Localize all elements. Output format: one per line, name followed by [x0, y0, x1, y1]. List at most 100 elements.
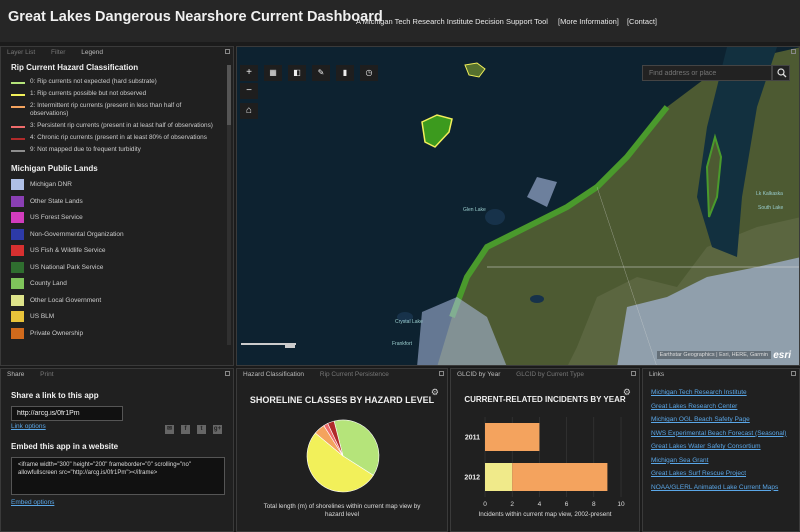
hazard-legend-label: 4: Chronic rip currents (present in at l…: [30, 134, 207, 141]
hazard-panel-tabs: Hazard Classification Rip Current Persis…: [237, 369, 447, 381]
lands-legend-label: Private Ownership: [30, 329, 84, 337]
maximize-icon[interactable]: [225, 49, 230, 54]
link-list-item: Michigan Sea Grant: [651, 457, 799, 464]
external-link[interactable]: NWS Experimental Beach Forecast (Seasona…: [651, 430, 786, 437]
more-information-link[interactable]: [More Information]: [558, 17, 619, 26]
lands-color-swatch: [11, 195, 24, 207]
map-label-south-lake: South Lake: [758, 205, 784, 211]
hazard-pie-chart: [306, 419, 380, 493]
external-link[interactable]: NOAA/GLERL Animated Lake Current Maps: [651, 484, 778, 491]
hazard-legend-item: 9: Not mapped due to frequent turbidity: [11, 146, 221, 154]
embed-title: Embed this app in a website: [11, 442, 119, 451]
email-icon[interactable]: ✉: [165, 425, 174, 434]
scrollbar-thumb[interactable]: [227, 65, 231, 125]
hazard-legend-label: 2: Intermittent rip currents (present in…: [30, 102, 182, 117]
external-link[interactable]: Michigan Tech Research Institute: [651, 389, 747, 396]
contact-link[interactable]: [Contact]: [627, 17, 657, 26]
hazard-legend-item: 0: Rip currents not expected (hard subst…: [11, 78, 221, 86]
hazard-legend-item: 1: Rip currents possible but not observe…: [11, 90, 221, 98]
lands-color-swatch: [11, 261, 24, 273]
home-icon[interactable]: ⌂: [240, 103, 258, 119]
tab-legend[interactable]: Legend: [81, 49, 103, 56]
zoom-in-button[interactable]: +: [240, 65, 258, 81]
incidents-bar-chart: 0 2 4 6 8 10 2011 2012: [464, 417, 625, 508]
hazard-line-swatch: [11, 106, 25, 108]
basemap-gallery-icon[interactable]: ▦: [264, 65, 282, 81]
tab-filter[interactable]: Filter: [51, 49, 65, 56]
bar-segment-2011-1[interactable]: [485, 423, 540, 451]
tab-glcid-by-year[interactable]: GLCID by Year: [457, 371, 500, 378]
layers-icon[interactable]: ◧: [288, 65, 306, 81]
link-list-item: NWS Experimental Beach Forecast (Seasona…: [651, 430, 799, 437]
lands-legend-item: US Fish & Wildlife Service: [11, 245, 233, 256]
incidents-chart-title: CURRENT-RELATED INCIDENTS BY YEAR: [464, 395, 626, 404]
links-list: Michigan Tech Research Institute Great La…: [643, 389, 799, 491]
lands-legend-item: Other Local Government: [11, 294, 233, 306]
tab-layer-list[interactable]: Layer List: [7, 49, 35, 56]
search-input[interactable]: [642, 65, 772, 81]
time-slider-icon[interactable]: ◷: [360, 65, 378, 81]
hazard-line-swatch: [11, 126, 25, 128]
lands-legend-title: Michigan Public Lands: [11, 164, 98, 173]
bar-segment-2012-1[interactable]: [512, 463, 608, 491]
y-category-label: 2012: [464, 475, 480, 482]
googleplus-icon[interactable]: g+: [213, 425, 222, 434]
satellite-map[interactable]: [237, 47, 800, 366]
map-maximize-icon[interactable]: [791, 49, 796, 54]
tab-hazard-classification[interactable]: Hazard Classification: [243, 371, 304, 378]
lands-legend-item: US National Park Service: [11, 261, 233, 273]
tab-links[interactable]: Links: [649, 371, 664, 378]
link-list-item: Michigan OGL Beach Safety Page: [651, 416, 799, 423]
map-panel[interactable]: Glen Lake Crystal Lake Frankfort Lk Kalk…: [236, 46, 800, 366]
lands-legend-label: Non-Governmental Organization: [30, 230, 124, 238]
share-maximize-icon[interactable]: [225, 371, 230, 376]
tab-print[interactable]: Print: [40, 371, 53, 378]
links-panel-tabs: Links: [643, 369, 799, 381]
hazard-legend-label: 9: Not mapped due to frequent turbidity: [30, 146, 141, 153]
incidents-maximize-icon[interactable]: [631, 371, 636, 376]
measure-icon[interactable]: ✎: [312, 65, 330, 81]
share-link-title: Share a link to this app: [11, 391, 99, 400]
legend-scrollbar[interactable]: [227, 65, 231, 345]
map-label-frankfort: Frankfort: [392, 341, 413, 347]
lands-legend-label: US Forest Service: [30, 214, 83, 221]
hazard-legend-title: Rip Current Hazard Classification: [11, 63, 139, 72]
lands-color-swatch: [11, 179, 24, 190]
y-category-label: 2011: [465, 435, 480, 442]
lands-legend-item: Other State Lands: [11, 195, 233, 207]
bar-segment-2012-0[interactable]: [485, 463, 513, 491]
external-link[interactable]: Michigan OGL Beach Safety Page: [651, 416, 750, 423]
twitter-icon[interactable]: t: [197, 425, 206, 434]
external-link[interactable]: Great Lakes Surf Rescue Project: [651, 470, 746, 477]
lands-legend-label: Michigan DNR: [30, 181, 72, 188]
hazard-legend-item: 3: Persistent rip currents (present in a…: [11, 122, 221, 130]
link-options-link[interactable]: Link options: [11, 423, 46, 430]
link-list-item: Great Lakes Water Safety Consortium: [651, 443, 799, 450]
zoom-out-button[interactable]: −: [240, 83, 258, 99]
share-url-field[interactable]: [11, 406, 123, 421]
app-title: Great Lakes Dangerous Nearshore Current …: [8, 9, 383, 25]
embed-options-link[interactable]: Embed options: [11, 499, 54, 506]
hazard-maximize-icon[interactable]: [439, 371, 444, 376]
x-tick-label: 2: [510, 501, 514, 508]
tab-share[interactable]: Share: [7, 371, 24, 378]
hazard-chart-title: SHORELINE CLASSES BY HAZARD LEVEL: [249, 395, 435, 405]
tab-rip-current-persistence[interactable]: Rip Current Persistence: [320, 371, 389, 378]
lands-legend-label: Other State Lands: [30, 197, 83, 205]
app-header: Great Lakes Dangerous Nearshore Current …: [0, 0, 800, 42]
incidents-chart-panel: GLCID by Year GLCID by Current Type ⚙ CU…: [450, 368, 640, 532]
x-tick-label: 10: [617, 501, 625, 508]
lands-color-swatch: [11, 278, 24, 289]
lands-legend-item: Non-Governmental Organization: [11, 228, 233, 240]
lands-legend-item: County Land: [11, 278, 233, 289]
bookmark-icon[interactable]: ▮: [336, 65, 354, 81]
hazard-legend-label: 0: Rip currents not expected (hard subst…: [30, 78, 157, 85]
tab-glcid-by-current-type[interactable]: GLCID by Current Type: [516, 371, 584, 378]
embed-code-field[interactable]: <iframe width="300" height="200" framebo…: [11, 457, 225, 495]
external-link[interactable]: Michigan Sea Grant: [651, 457, 708, 464]
external-link[interactable]: Great Lakes Water Safety Consortium: [651, 443, 761, 450]
facebook-icon[interactable]: f: [181, 425, 190, 434]
links-maximize-icon[interactable]: [791, 371, 796, 376]
search-icon[interactable]: [772, 65, 790, 81]
external-link[interactable]: Great Lakes Research Center: [651, 403, 737, 410]
